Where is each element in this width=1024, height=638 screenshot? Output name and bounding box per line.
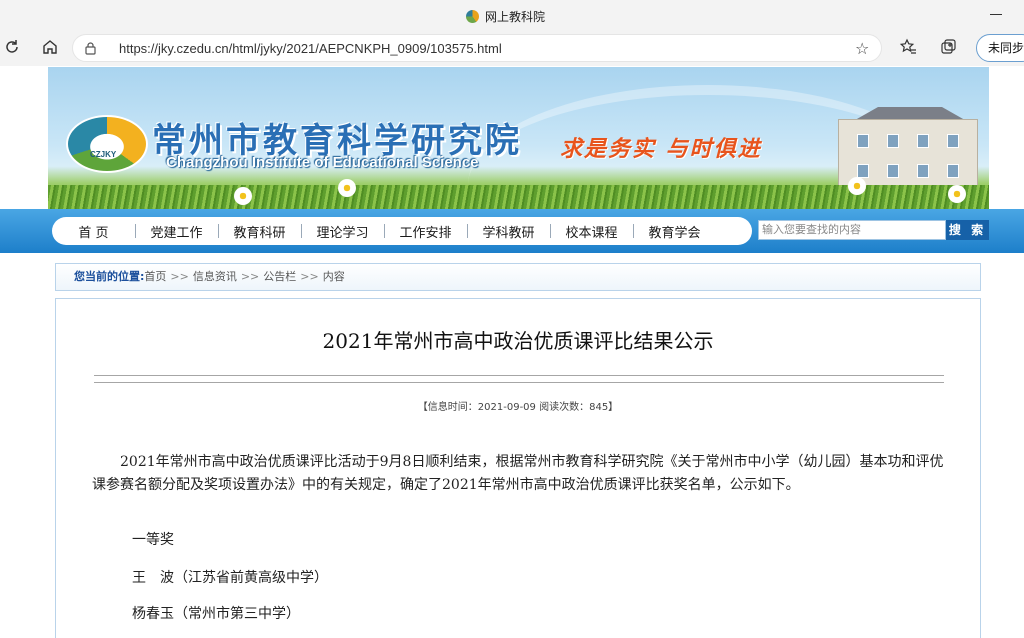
lock-icon[interactable]	[85, 42, 96, 55]
site-favicon-icon	[466, 10, 479, 23]
address-bar[interactable]: https://jky.czedu.cn/html/jyky/2021/AEPC…	[72, 34, 882, 62]
breadcrumb-news[interactable]: 信息资讯	[193, 270, 237, 283]
main-navigation: 首 页 党建工作 教育科研 理论学习 工作安排 学科教研 校本课程 教育学会 输…	[0, 209, 1024, 253]
site-name-english: Changzhou Institute of Educational Scien…	[166, 154, 479, 171]
flower-decoration	[234, 187, 252, 205]
refresh-icon[interactable]	[2, 38, 22, 58]
search-input[interactable]: 输入您要查找的内容	[758, 220, 946, 240]
browser-tab[interactable]: 网上教科院	[466, 8, 545, 25]
sync-button[interactable]: 未同步	[976, 34, 1024, 62]
nav-menu: 首 页 党建工作 教育科研 理论学习 工作安排 学科教研 校本课程 教育学会	[52, 217, 752, 245]
breadcrumb-current: 内容	[322, 270, 345, 283]
search-button[interactable]: 搜 索	[946, 220, 989, 240]
add-favorite-icon[interactable]: ☆	[855, 39, 869, 58]
favorites-icon[interactable]	[898, 38, 918, 58]
browser-toolbar: https://jky.czedu.cn/html/jyky/2021/AEPC…	[0, 32, 1024, 66]
logo-abbreviation: CZJKY	[90, 150, 117, 159]
breadcrumb-separator: >>	[240, 270, 260, 283]
nav-item-home[interactable]: 首 页	[52, 222, 135, 241]
article-title: 2021年常州市高中政治优质课评比结果公示	[322, 329, 714, 353]
nav-item-theory-study[interactable]: 理论学习	[301, 222, 384, 241]
breadcrumb-home[interactable]: 首页	[144, 270, 166, 283]
article-meta: 【信息时间：2021-09-09 阅读次数：845】	[417, 402, 619, 413]
minimize-icon[interactable]	[990, 14, 1002, 15]
breadcrumb: 您当前的位置:首页 >> 信息资讯 >> 公告栏 >> 内容	[55, 263, 981, 291]
nav-item-education-research[interactable]: 教育科研	[218, 222, 301, 241]
title-divider	[94, 382, 944, 383]
article-panel: 2021年常州市高中政治优质课评比结果公示 【信息时间：2021-09-09 阅…	[55, 298, 981, 638]
site-banner: CZJKY 常州市教育科学研究院 Changzhou Institute of …	[48, 67, 989, 209]
title-divider	[94, 375, 944, 376]
tab-title: 网上教科院	[485, 10, 546, 24]
winner-line: 王 波（江苏省前黄高级中学）	[132, 570, 328, 586]
browser-titlebar: 网上教科院	[0, 0, 1024, 32]
home-icon[interactable]	[40, 38, 60, 58]
breadcrumb-bulletin[interactable]: 公告栏	[263, 270, 296, 283]
winner-line: 杨春玉（常州市第三中学）	[132, 606, 300, 622]
flower-decoration	[948, 185, 966, 203]
breadcrumb-label: 您当前的位置:	[74, 270, 145, 283]
nav-item-work-schedule[interactable]: 工作安排	[384, 222, 467, 241]
institute-logo-icon[interactable]	[66, 115, 148, 173]
nav-item-party-building[interactable]: 党建工作	[135, 222, 218, 241]
flower-decoration	[848, 177, 866, 195]
site-slogan: 求是务实 与时俱进	[560, 137, 762, 162]
nav-item-subject-teaching[interactable]: 学科教研	[467, 222, 550, 241]
breadcrumb-separator: >>	[300, 270, 319, 283]
nav-item-education-society[interactable]: 教育学会	[633, 222, 716, 241]
flower-decoration	[338, 179, 356, 197]
breadcrumb-separator: >>	[170, 270, 189, 283]
nav-item-school-curriculum[interactable]: 校本课程	[550, 222, 633, 241]
url-text[interactable]: https://jky.czedu.cn/html/jyky/2021/AEPC…	[119, 41, 502, 56]
collections-icon[interactable]	[938, 38, 958, 58]
article-paragraph: 2021年常州市高中政治优质课评比活动于9月8日顺利结束，根据常州市教育科学研究…	[92, 454, 944, 493]
award-heading: 一等奖	[132, 532, 174, 548]
